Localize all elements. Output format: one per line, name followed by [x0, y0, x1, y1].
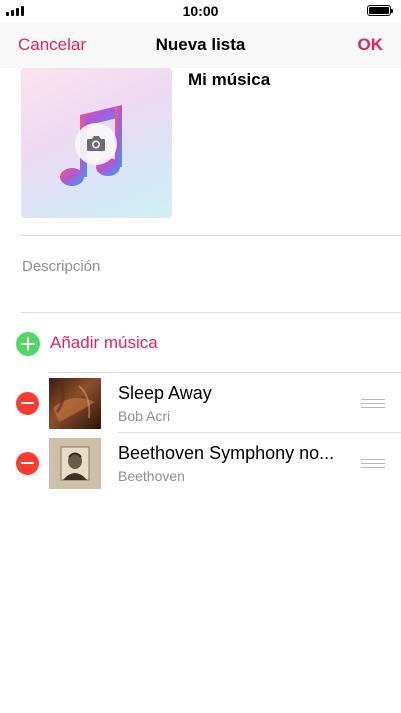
- ok-button[interactable]: OK: [358, 35, 384, 55]
- plus-circle-icon: [16, 332, 40, 356]
- song-artist: Beethoven: [118, 468, 185, 484]
- album-art: [49, 378, 101, 429]
- playlist-name-field[interactable]: Mi música: [188, 70, 270, 90]
- camera-button[interactable]: [75, 123, 117, 165]
- playlist-artwork[interactable]: [21, 68, 172, 218]
- divider: [21, 235, 401, 236]
- minus-circle-icon[interactable]: [16, 392, 39, 415]
- list-item[interactable]: Sleep Away Bob Acri: [0, 373, 401, 433]
- description-field[interactable]: Descripción: [22, 258, 100, 275]
- list-item[interactable]: Beethoven Symphony no... Beethoven: [0, 433, 401, 493]
- status-time: 10:00: [182, 3, 219, 19]
- camera-icon: [87, 136, 105, 151]
- status-bar: 10:00: [0, 0, 401, 22]
- reorder-icon[interactable]: [361, 399, 385, 408]
- minus-circle-icon[interactable]: [16, 452, 39, 475]
- page-title: Nueva lista: [155, 35, 246, 54]
- add-music-label: Añadir música: [50, 333, 158, 352]
- reorder-icon[interactable]: [361, 459, 385, 468]
- song-title: Beethoven Symphony no...: [118, 443, 335, 463]
- song-artist: Bob Acri: [118, 408, 171, 424]
- battery-icon: [367, 5, 393, 16]
- add-music-button[interactable]: Añadir música: [0, 329, 401, 359]
- divider: [21, 312, 401, 313]
- song-title: Sleep Away: [118, 383, 212, 403]
- album-art: [49, 438, 101, 489]
- navigation-bar: Cancelar Nueva lista OK: [0, 22, 401, 68]
